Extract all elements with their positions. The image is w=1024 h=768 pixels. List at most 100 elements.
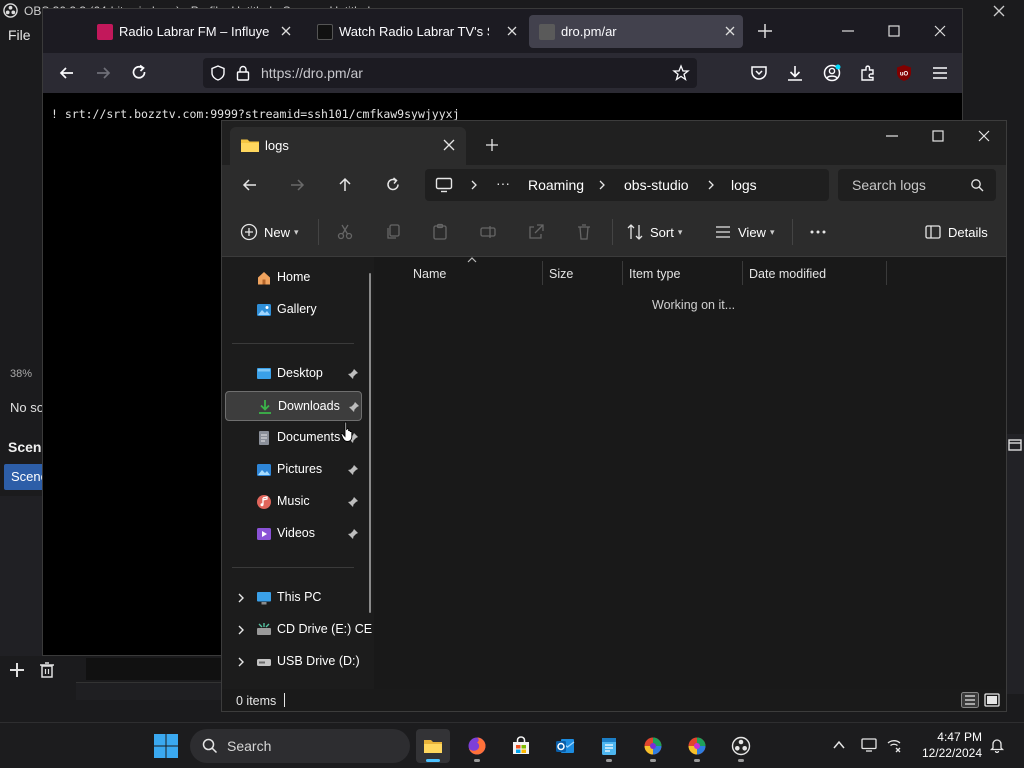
nav-item-home[interactable]: Home	[225, 263, 362, 293]
close-icon[interactable]	[977, 129, 991, 143]
tab-close-icon[interactable]	[505, 24, 519, 38]
chevron-right-icon[interactable]	[235, 656, 247, 668]
shield-icon[interactable]	[209, 64, 227, 82]
obs-scene-item[interactable]: Scene	[4, 464, 44, 490]
rename-icon[interactable]	[479, 223, 497, 241]
up-arrow-icon[interactable]	[336, 176, 354, 194]
hamburger-menu-icon[interactable]	[930, 63, 950, 83]
search-icon[interactable]	[970, 178, 984, 192]
tab-close-icon[interactable]	[723, 24, 737, 38]
monitor-icon[interactable]	[435, 177, 453, 193]
reload-icon[interactable]	[129, 63, 149, 83]
details-button[interactable]: Details	[924, 221, 988, 243]
pin-icon[interactable]	[348, 401, 360, 413]
maximize-icon[interactable]	[886, 23, 902, 39]
minimize-icon[interactable]	[840, 23, 856, 39]
network-disconnected-icon[interactable]	[886, 737, 902, 753]
search-input[interactable]: Search logs	[838, 169, 996, 201]
taskbar-notepad[interactable]	[592, 729, 626, 763]
nav-item-usb-drive[interactable]: USB Drive (D:)	[225, 647, 362, 677]
url-bar[interactable]: https://dro.pm/ar	[203, 58, 697, 88]
nav-item-music[interactable]: Music	[225, 487, 362, 517]
nav-item-videos[interactable]: Videos	[225, 519, 362, 549]
close-icon[interactable]	[932, 23, 948, 39]
more-options-icon[interactable]	[809, 223, 827, 241]
pin-icon[interactable]	[347, 464, 359, 476]
account-icon[interactable]	[822, 63, 842, 83]
back-arrow-icon[interactable]	[57, 63, 77, 83]
chevron-right-icon[interactable]	[235, 624, 247, 636]
lock-icon[interactable]	[235, 64, 251, 82]
view-button[interactable]: View ▾	[714, 221, 774, 243]
tiles-view-icon[interactable]	[983, 692, 1001, 708]
breadcrumb-obs-studio[interactable]: obs-studio	[624, 177, 689, 193]
tab-close-icon[interactable]	[279, 24, 293, 38]
downloads-icon[interactable]	[785, 63, 805, 83]
nav-item-downloads[interactable]: Downloads	[225, 391, 362, 421]
obs-menu-file[interactable]: File	[8, 27, 31, 43]
column-header-date-modified[interactable]: Date modified	[743, 261, 887, 285]
forward-arrow-icon[interactable]	[288, 176, 306, 194]
bookmark-star-icon[interactable]	[672, 64, 690, 82]
notification-bell-icon[interactable]	[989, 737, 1005, 753]
search-placeholder[interactable]: Search logs	[852, 177, 926, 193]
taskbar-firefox[interactable]	[460, 729, 494, 763]
taskbar-app-color-wheel-2[interactable]	[680, 729, 714, 763]
extensions-icon[interactable]	[858, 63, 878, 83]
taskbar-outlook[interactable]	[548, 729, 582, 763]
obs-close-icon[interactable]	[990, 2, 1008, 20]
tab-close-icon[interactable]	[442, 138, 456, 152]
nav-item-cd-drive[interactable]: CD Drive (E:) CE	[225, 615, 372, 645]
taskbar-app-color-wheel[interactable]	[636, 729, 670, 763]
firefox-tab-watch-radio-labrar-tv[interactable]: Watch Radio Labrar TV's Strea	[307, 15, 525, 48]
obs-remove-scene-icon[interactable]	[37, 660, 57, 680]
share-icon[interactable]	[527, 223, 545, 241]
details-view-icon[interactable]	[961, 692, 979, 708]
chevron-right-icon[interactable]	[469, 180, 479, 190]
obs-dock-float-icon[interactable]	[1007, 437, 1023, 453]
nav-scrollbar[interactable]	[369, 273, 371, 613]
new-tab-icon[interactable]	[757, 23, 773, 39]
new-button[interactable]: New ▾	[240, 221, 299, 243]
cut-icon[interactable]	[336, 223, 354, 241]
display-icon[interactable]	[861, 737, 877, 753]
breadcrumb[interactable]: ··· Roaming obs-studio logs	[425, 169, 829, 201]
windows-start-icon[interactable]	[153, 733, 179, 759]
paste-icon[interactable]	[431, 223, 449, 241]
breadcrumb-logs[interactable]: logs	[731, 177, 757, 193]
forward-arrow-icon[interactable]	[93, 63, 113, 83]
explorer-tab-logs[interactable]: logs	[230, 127, 466, 165]
nav-item-gallery[interactable]: Gallery	[225, 295, 362, 325]
refresh-icon[interactable]	[384, 176, 402, 194]
chevron-up-icon[interactable]	[831, 737, 847, 753]
chevron-right-icon[interactable]	[706, 180, 716, 190]
pocket-icon[interactable]	[749, 63, 769, 83]
pin-icon[interactable]	[347, 368, 359, 380]
system-clock[interactable]: 4:47 PM 12/22/2024	[920, 729, 982, 761]
obs-add-scene-icon[interactable]	[7, 660, 27, 680]
sort-button[interactable]: Sort ▾	[626, 221, 682, 243]
maximize-icon[interactable]	[931, 129, 945, 143]
delete-icon[interactable]	[575, 223, 593, 241]
firefox-tab-radio-labrar-fm[interactable]: Radio Labrar FM – Influye tus s	[87, 15, 299, 48]
copy-icon[interactable]	[384, 223, 402, 241]
url-text[interactable]: https://dro.pm/ar	[261, 65, 363, 81]
back-arrow-icon[interactable]	[241, 176, 259, 194]
ublock-origin-icon[interactable]: uO	[894, 63, 914, 83]
new-tab-icon[interactable]	[485, 138, 499, 152]
taskbar-file-explorer[interactable]	[416, 729, 450, 763]
nav-item-this-pc[interactable]: This PC	[225, 583, 362, 613]
column-header-size[interactable]: Size	[543, 261, 623, 285]
nav-item-pictures[interactable]: Pictures	[225, 455, 362, 485]
column-header-item-type[interactable]: Item type	[623, 261, 743, 285]
chevron-right-icon[interactable]	[235, 592, 247, 604]
taskbar-search-box[interactable]: Search	[190, 729, 410, 763]
nav-item-desktop[interactable]: Desktop	[225, 359, 362, 389]
breadcrumb-roaming[interactable]: Roaming	[528, 177, 584, 193]
minimize-icon[interactable]	[885, 129, 899, 143]
pin-icon[interactable]	[347, 528, 359, 540]
firefox-tab-dro-pm[interactable]: dro.pm/ar	[529, 15, 743, 48]
taskbar-microsoft-store[interactable]	[504, 729, 538, 763]
breadcrumb-overflow-icon[interactable]: ···	[496, 175, 510, 191]
taskbar-obs-studio[interactable]	[724, 729, 758, 763]
